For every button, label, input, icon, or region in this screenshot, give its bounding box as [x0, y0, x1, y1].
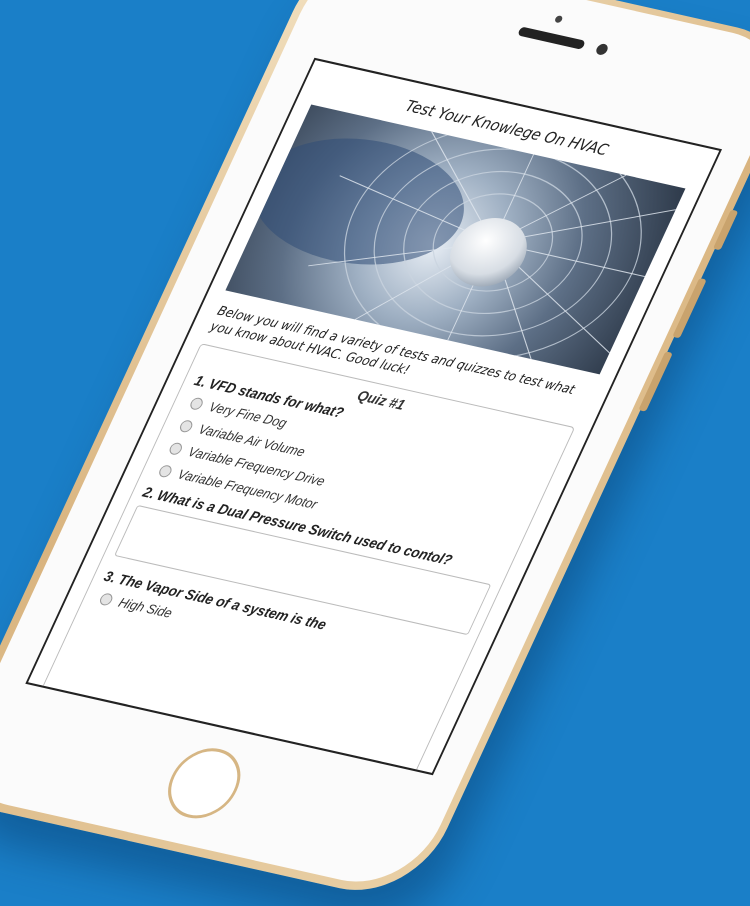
- front-camera: [594, 42, 610, 56]
- earpiece-speaker: [517, 26, 586, 50]
- home-button[interactable]: [156, 741, 253, 825]
- radio-button[interactable]: [188, 396, 206, 411]
- phone-screen: Test Your Knowlege On HVAC Below you wil…: [25, 57, 723, 776]
- phone-face: Test Your Knowlege On HVAC Below you wil…: [0, 0, 750, 895]
- phone-device: Test Your Knowlege On HVAC Below you wil…: [0, 0, 750, 905]
- phone-frame: Test Your Knowlege On HVAC Below you wil…: [0, 0, 750, 905]
- radio-button[interactable]: [157, 463, 174, 478]
- radio-button[interactable]: [178, 418, 195, 433]
- quiz-card: Quiz #1 1. VFD stands for what? Very Fin…: [25, 343, 576, 776]
- radio-button[interactable]: [98, 591, 115, 606]
- proximity-sensor: [553, 15, 564, 24]
- radio-button[interactable]: [167, 441, 185, 456]
- option-label: High Side: [116, 594, 176, 621]
